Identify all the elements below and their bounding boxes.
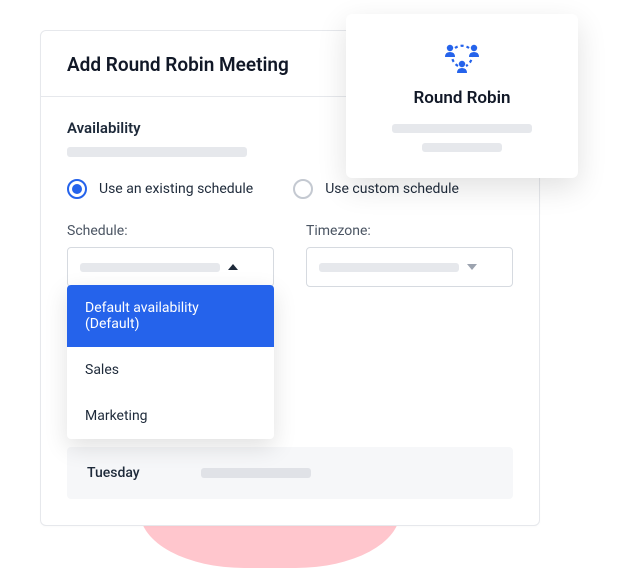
radio-existing-schedule[interactable]: Use an existing schedule bbox=[67, 179, 253, 199]
day-row: Tuesday bbox=[67, 447, 513, 499]
skeleton-line bbox=[392, 124, 532, 133]
radio-icon bbox=[293, 179, 313, 199]
day-label-tuesday: Tuesday bbox=[87, 465, 157, 481]
timezone-select[interactable] bbox=[306, 247, 513, 287]
timezone-label: Timezone: bbox=[306, 223, 513, 239]
schedule-dropdown: Default availability (Default) Sales Mar… bbox=[67, 285, 274, 439]
day-schedule-panel: Tuesday bbox=[67, 447, 513, 499]
round-robin-title: Round Robin bbox=[368, 88, 556, 108]
radio-custom-schedule[interactable]: Use custom schedule bbox=[293, 179, 459, 199]
caret-down-icon bbox=[467, 264, 477, 270]
schedule-label: Schedule: bbox=[67, 223, 274, 239]
dropdown-item-sales[interactable]: Sales bbox=[67, 347, 274, 393]
skeleton-line bbox=[80, 263, 220, 272]
skeleton-line bbox=[67, 147, 247, 157]
round-robin-card[interactable]: Round Robin bbox=[346, 14, 578, 178]
timezone-field: Timezone: bbox=[306, 223, 513, 287]
schedule-type-radio-group: Use an existing schedule Use custom sche… bbox=[67, 179, 513, 199]
dropdown-item-default[interactable]: Default availability (Default) bbox=[67, 285, 274, 347]
radio-label: Use custom schedule bbox=[325, 181, 459, 197]
skeleton-line bbox=[422, 143, 502, 152]
dropdown-item-marketing[interactable]: Marketing bbox=[67, 393, 274, 439]
radio-label: Use an existing schedule bbox=[99, 181, 253, 197]
schedule-select[interactable] bbox=[67, 247, 274, 287]
radio-icon bbox=[67, 179, 87, 199]
round-robin-icon bbox=[436, 34, 488, 80]
field-row: Schedule: Default availability (Default)… bbox=[67, 223, 513, 287]
skeleton-line bbox=[319, 263, 459, 272]
caret-up-icon bbox=[228, 264, 238, 270]
schedule-field: Schedule: Default availability (Default)… bbox=[67, 223, 274, 287]
skeleton-line bbox=[201, 468, 311, 478]
